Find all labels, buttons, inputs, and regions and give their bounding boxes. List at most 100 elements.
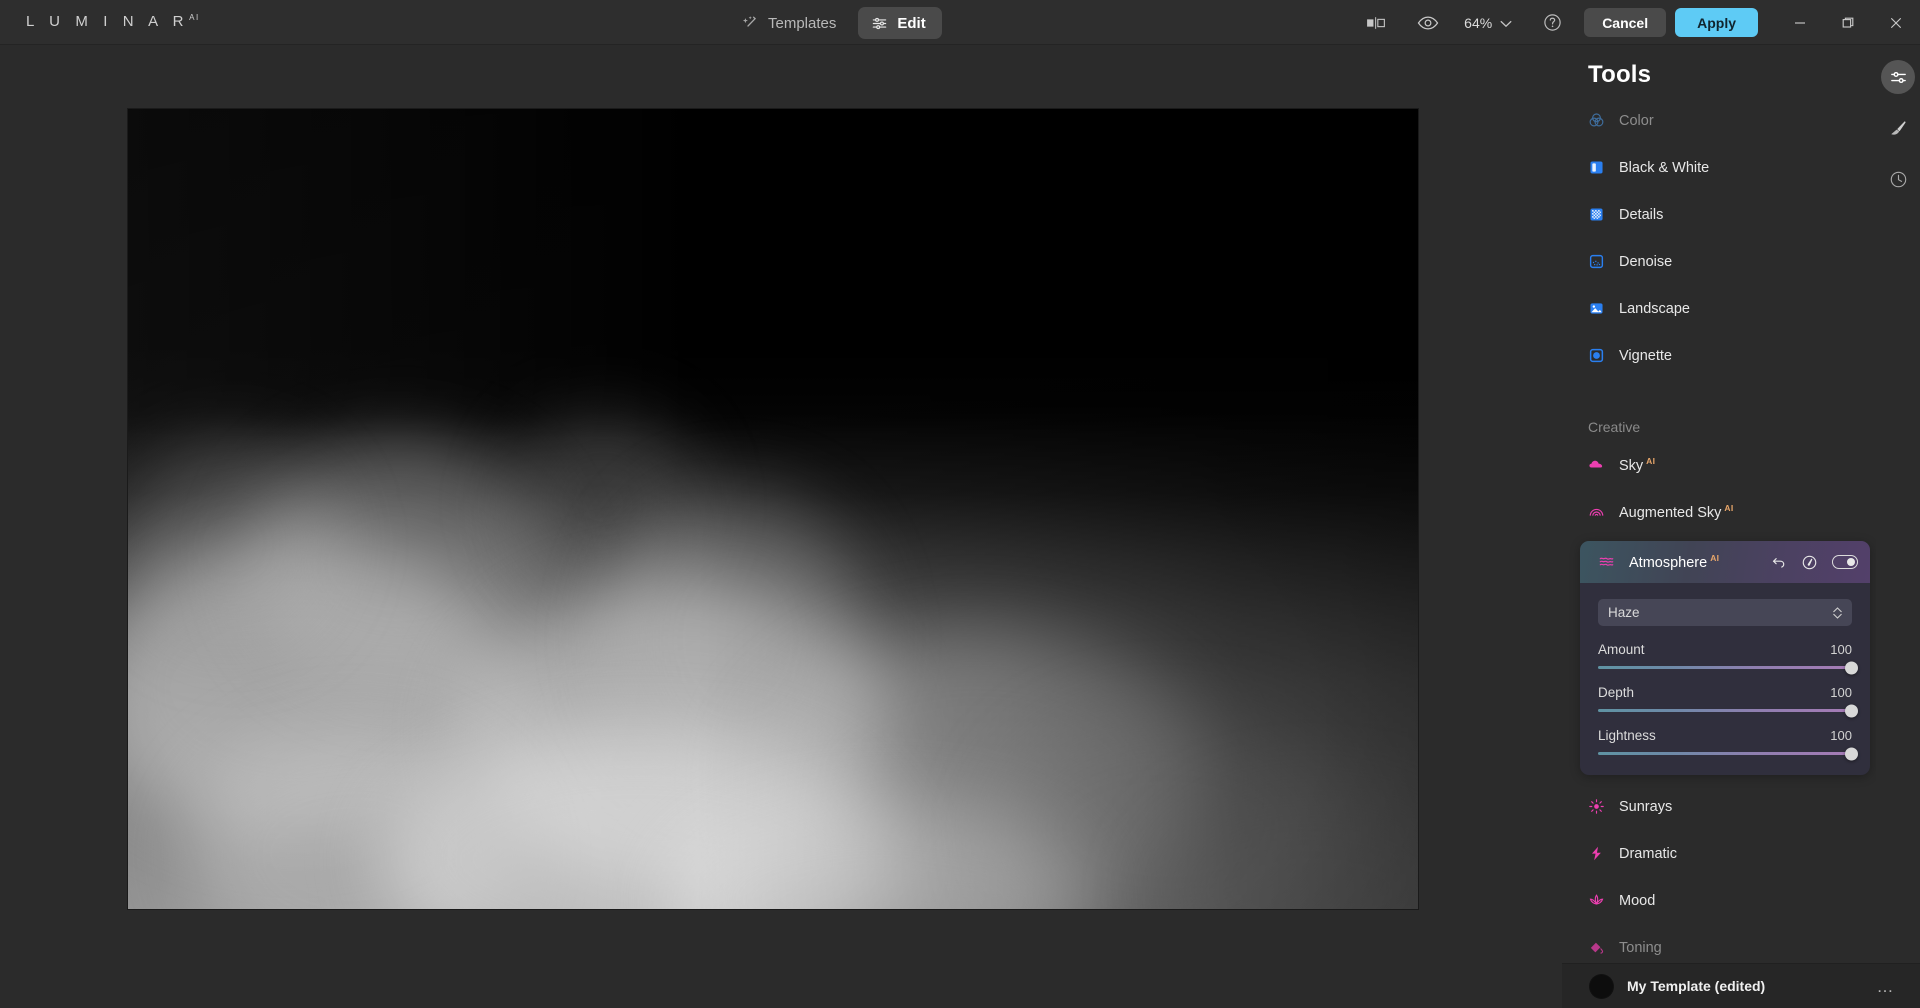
ai-badge: AI: [1710, 553, 1720, 564]
template-name-label: My Template (edited): [1627, 978, 1766, 994]
sidebar-item-label: Mood: [1619, 892, 1656, 909]
ellipsis-icon[interactable]: …: [1877, 978, 1897, 995]
sidebar-item-color[interactable]: Color: [1562, 97, 1878, 144]
title-bar: L U M I N A RAI Templates Edit 64% Cance…: [0, 0, 1920, 45]
lightning-bolt-icon: [1588, 845, 1605, 862]
atmosphere-preset-select[interactable]: Haze: [1598, 599, 1852, 626]
magic-wand-icon: [742, 15, 759, 32]
template-status-bar: My Template (edited) …: [1562, 963, 1920, 1008]
apply-button[interactable]: Apply: [1675, 8, 1758, 37]
adjust-sliders-icon[interactable]: [1881, 60, 1915, 94]
paint-bucket-icon: [1588, 939, 1605, 956]
tab-edit-label: Edit: [897, 14, 926, 32]
minimize-icon[interactable]: [1776, 0, 1824, 45]
sidebar-item-denoise[interactable]: Denoise: [1562, 238, 1878, 285]
sidebar-item-details[interactable]: Details: [1562, 191, 1878, 238]
details-grid-icon: [1588, 206, 1605, 223]
slider-lightness-thumb[interactable]: [1845, 747, 1858, 760]
sidebar-item-black-and-white[interactable]: Black & White: [1562, 144, 1878, 191]
sidebar-item-mood[interactable]: Mood: [1562, 877, 1878, 924]
brush-icon[interactable]: [1881, 111, 1915, 145]
arc-rays-icon: [1588, 503, 1605, 520]
denoise-icon: [1588, 253, 1605, 270]
photo-vignette: [128, 109, 1418, 909]
tab-templates[interactable]: Templates: [730, 7, 848, 39]
slider-lightness-value: 100: [1830, 728, 1852, 743]
tab-edit[interactable]: Edit: [858, 7, 942, 39]
sidebar-item-label: Denoise: [1619, 253, 1673, 270]
slider-depth-label: Depth: [1598, 685, 1635, 700]
sidebar-item-augmented-sky[interactable]: Augmented Sky AI: [1562, 488, 1878, 535]
tools-panel: Tools Color Black & White Details Denois…: [1562, 45, 1920, 1008]
tools-list[interactable]: Color Black & White Details Denoise Land…: [1562, 97, 1878, 995]
slider-amount-track[interactable]: [1598, 661, 1858, 674]
app-logo: L U M I N A RAI: [26, 13, 200, 30]
slider-amount-value: 100: [1830, 642, 1852, 657]
sidebar-item-vignette[interactable]: Vignette: [1562, 332, 1878, 379]
app-logo-text: L U M I N A R: [26, 13, 190, 30]
window-controls: [1776, 0, 1920, 45]
atmosphere-header[interactable]: Atmosphere AI: [1580, 541, 1870, 583]
sidebar-item-label: Sunrays: [1619, 798, 1673, 815]
slider-lightness-track[interactable]: [1598, 747, 1858, 760]
black-white-icon: [1588, 159, 1605, 176]
sidebar-item-label: Augmented Sky AI: [1619, 502, 1734, 521]
photo-preview[interactable]: [128, 109, 1418, 909]
sidebar-item-sunrays[interactable]: Sunrays: [1562, 783, 1878, 830]
page-title: Tools: [1588, 61, 1652, 88]
slider-depth-thumb[interactable]: [1845, 704, 1858, 717]
slider-amount: Amount 100: [1598, 642, 1858, 674]
sidebar-item-label: Landscape: [1619, 300, 1690, 317]
canvas-area[interactable]: [0, 45, 1562, 1008]
header-right-controls: 64% Cancel Apply: [1350, 0, 1920, 45]
luminar-app-window: L U M I N A RAI Templates Edit 64% Cance…: [0, 0, 1920, 1008]
updown-chevrons-icon: [1832, 606, 1843, 620]
close-icon[interactable]: [1872, 0, 1920, 45]
tab-templates-label: Templates: [768, 14, 837, 32]
maximize-icon[interactable]: [1824, 0, 1872, 45]
sidebar-item-sky[interactable]: Sky AI: [1562, 441, 1878, 488]
cloud-icon: [1588, 456, 1605, 473]
toggle-knob: [1847, 557, 1855, 566]
sidebar-item-landscape[interactable]: Landscape: [1562, 285, 1878, 332]
atmosphere-label: Atmosphere AI: [1629, 553, 1720, 571]
slider-lightness: Lightness 100: [1598, 728, 1858, 760]
ai-badge: AI: [1646, 455, 1656, 466]
sidebar-item-label: Vignette: [1619, 347, 1672, 364]
sidebar-item-label: Color: [1619, 112, 1654, 129]
color-circles-icon: [1588, 112, 1605, 129]
history-clock-icon[interactable]: [1881, 162, 1915, 196]
slider-depth-track[interactable]: [1598, 704, 1858, 717]
help-circle-icon[interactable]: [1526, 0, 1578, 45]
zoom-level-selector[interactable]: 64%: [1454, 0, 1526, 45]
tool-card-atmosphere: Atmosphere AI Haze Amount 100 Depth 100 …: [1580, 541, 1870, 775]
chevron-down-icon: [1500, 15, 1512, 31]
slider-depth-value: 100: [1830, 685, 1852, 700]
lotus-icon: [1588, 892, 1605, 909]
right-tool-rail: [1876, 45, 1920, 1008]
atmosphere-toggle[interactable]: [1832, 555, 1858, 569]
ai-badge: AI: [1724, 502, 1734, 513]
sliders-icon: [871, 15, 888, 32]
slider-lightness-label: Lightness: [1598, 728, 1656, 743]
atmosphere-preset-value: Haze: [1608, 605, 1640, 620]
header-mode-tabs: Templates Edit: [730, 6, 942, 40]
slider-amount-label: Amount: [1598, 642, 1645, 657]
sidebar-item-label: Black & White: [1619, 159, 1710, 176]
mask-brush-icon[interactable]: [1801, 554, 1818, 571]
landscape-icon: [1588, 300, 1605, 317]
template-thumbnail[interactable]: [1590, 974, 1613, 998]
compare-split-icon[interactable]: [1350, 0, 1402, 45]
cancel-button[interactable]: Cancel: [1584, 8, 1667, 37]
sidebar-item-dramatic[interactable]: Dramatic: [1562, 830, 1878, 877]
sidebar-item-label: Dramatic: [1619, 845, 1678, 862]
eye-icon[interactable]: [1402, 0, 1454, 45]
slider-amount-thumb[interactable]: [1845, 661, 1858, 674]
undo-arrow-icon[interactable]: [1771, 554, 1787, 570]
atmosphere-body: Haze Amount 100 Depth 100 Lightness 100: [1580, 583, 1870, 775]
sidebar-item-label: Sky AI: [1619, 455, 1656, 474]
vignette-icon: [1588, 347, 1605, 364]
atmosphere-actions: [1771, 541, 1858, 583]
slider-depth: Depth 100: [1598, 685, 1858, 717]
section-header-creative: Creative: [1588, 419, 1641, 435]
